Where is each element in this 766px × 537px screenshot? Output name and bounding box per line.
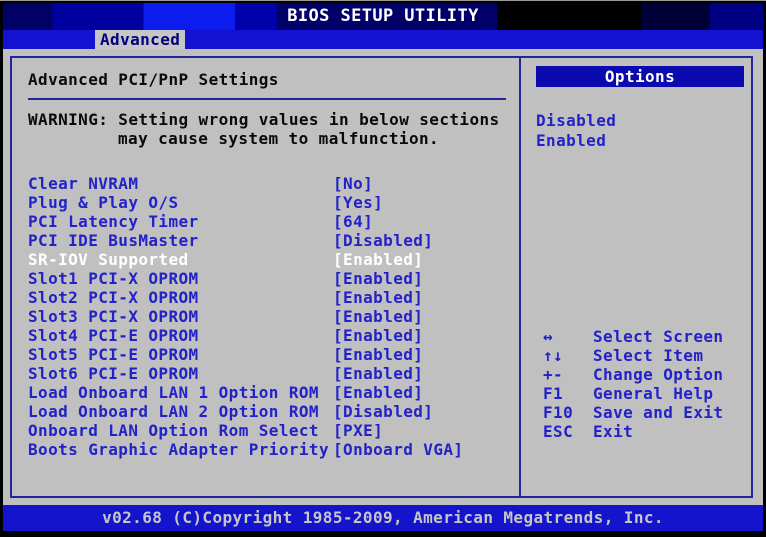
app-title: BIOS SETUP UTILITY: [287, 6, 478, 26]
key-name: F10: [543, 403, 593, 422]
setting-value: [No]: [333, 174, 373, 193]
setting-row[interactable]: Load Onboard LAN 2 Option ROM [Disabled]: [28, 402, 507, 421]
setting-value: [Disabled]: [333, 402, 433, 421]
setting-row[interactable]: Plug & Play O/S [Yes]: [28, 193, 507, 212]
setting-row[interactable]: PCI Latency Timer [64]: [28, 212, 507, 231]
key-name: ↔: [543, 327, 593, 346]
setting-row[interactable]: SR-IOV Supported [Enabled]: [28, 250, 507, 269]
tab-advanced[interactable]: Advanced: [95, 30, 185, 49]
setting-label: Slot2 PCI-X OPROM: [28, 288, 333, 307]
key-action: Select Item: [593, 346, 703, 365]
key-legend-row: F10 Save and Exit: [543, 403, 744, 422]
key-action: Exit: [593, 422, 633, 441]
key-legend-row: ESC Exit: [543, 422, 744, 441]
setting-label: Slot4 PCI-E OPROM: [28, 326, 333, 345]
setting-label: Slot3 PCI-X OPROM: [28, 307, 333, 326]
key-name: ESC: [543, 422, 593, 441]
setting-value: [Enabled]: [333, 288, 423, 307]
key-name: +-: [543, 365, 593, 384]
title-bar: BIOS SETUP UTILITY: [3, 3, 763, 30]
setting-row[interactable]: Onboard LAN Option Rom Select [PXE]: [28, 421, 507, 440]
heading-separator: [28, 98, 506, 100]
bios-setup-screen: BIOS SETUP UTILITY Advanced Advanced PCI…: [0, 0, 766, 537]
setting-row[interactable]: Slot1 PCI-X OPROM [Enabled]: [28, 269, 507, 288]
copyright-bar: v02.68 (C)Copyright 1985-2009, American …: [3, 505, 763, 531]
option-item[interactable]: Enabled: [536, 131, 744, 151]
key-name: F1: [543, 384, 593, 403]
setting-label: Onboard LAN Option Rom Select: [28, 421, 333, 440]
options-panel: Options DisabledEnabled ↔ Select Screen …: [521, 58, 751, 496]
setting-label: Plug & Play O/S: [28, 193, 333, 212]
key-action: General Help: [593, 384, 713, 403]
key-action: Select Screen: [593, 327, 723, 346]
setting-value: [Enabled]: [333, 326, 423, 345]
warning-text: WARNING: Setting wrong values in below s…: [28, 110, 507, 148]
setting-label: SR-IOV Supported: [28, 250, 333, 269]
setting-row[interactable]: Slot3 PCI-X OPROM [Enabled]: [28, 307, 507, 326]
setting-label: Clear NVRAM: [28, 174, 333, 193]
setting-label: Boots Graphic Adapter Priority: [28, 440, 333, 459]
setting-label: PCI Latency Timer: [28, 212, 333, 231]
warning-line-1: WARNING: Setting wrong values in below s…: [28, 110, 507, 129]
setting-label: PCI IDE BusMaster: [28, 231, 333, 250]
warning-line-2: may cause system to malfunction.: [28, 129, 507, 148]
setting-row[interactable]: Slot6 PCI-E OPROM [Enabled]: [28, 364, 507, 383]
setting-row[interactable]: Slot5 PCI-E OPROM [Enabled]: [28, 345, 507, 364]
main-area: Advanced PCI/PnP Settings WARNING: Setti…: [3, 49, 763, 505]
setting-value: [Enabled]: [333, 383, 423, 402]
setting-value: [Enabled]: [333, 345, 423, 364]
setting-row[interactable]: Slot2 PCI-X OPROM [Enabled]: [28, 288, 507, 307]
setting-value: [Disabled]: [333, 231, 433, 250]
content-frame: Advanced PCI/PnP Settings WARNING: Setti…: [10, 56, 753, 498]
setting-row[interactable]: PCI IDE BusMaster [Disabled]: [28, 231, 507, 250]
copyright-text: v02.68 (C)Copyright 1985-2009, American …: [102, 508, 664, 527]
settings-list: Clear NVRAM [No] Plug & Play O/S [Yes] P…: [28, 174, 507, 459]
setting-row[interactable]: Boots Graphic Adapter Priority [Onboard …: [28, 440, 507, 459]
key-name: ↑↓: [543, 346, 593, 365]
setting-value: [Onboard VGA]: [333, 440, 463, 459]
setting-value: [Enabled]: [333, 364, 423, 383]
key-legend-row: ↑↓ Select Item: [543, 346, 744, 365]
key-action: Save and Exit: [593, 403, 723, 422]
setting-label: Slot6 PCI-E OPROM: [28, 364, 333, 383]
setting-value: [Yes]: [333, 193, 383, 212]
setting-row[interactable]: Load Onboard LAN 1 Option ROM [Enabled]: [28, 383, 507, 402]
setting-value: [64]: [333, 212, 373, 231]
key-legend: ↔ Select Screen ↑↓ Select Item +- Change…: [536, 327, 744, 441]
setting-row[interactable]: Slot4 PCI-E OPROM [Enabled]: [28, 326, 507, 345]
option-item[interactable]: Disabled: [536, 111, 744, 131]
setting-label: Slot1 PCI-X OPROM: [28, 269, 333, 288]
key-legend-row: +- Change Option: [543, 365, 744, 384]
key-action: Change Option: [593, 365, 723, 384]
options-list: DisabledEnabled: [536, 111, 744, 151]
menu-bar: Advanced: [3, 30, 763, 49]
setting-row[interactable]: Clear NVRAM [No]: [28, 174, 507, 193]
setting-value: [Enabled]: [333, 269, 423, 288]
setting-label: Slot5 PCI-E OPROM: [28, 345, 333, 364]
key-legend-row: ↔ Select Screen: [543, 327, 744, 346]
setting-value: [Enabled]: [333, 307, 423, 326]
setting-value: [PXE]: [333, 421, 383, 440]
options-header: Options: [536, 66, 744, 87]
setting-label: Load Onboard LAN 1 Option ROM: [28, 383, 333, 402]
setting-label: Load Onboard LAN 2 Option ROM: [28, 402, 333, 421]
page-title: Advanced PCI/PnP Settings: [28, 70, 507, 89]
settings-panel: Advanced PCI/PnP Settings WARNING: Setti…: [12, 58, 521, 496]
key-legend-row: F1 General Help: [543, 384, 744, 403]
setting-value: [Enabled]: [333, 250, 423, 269]
